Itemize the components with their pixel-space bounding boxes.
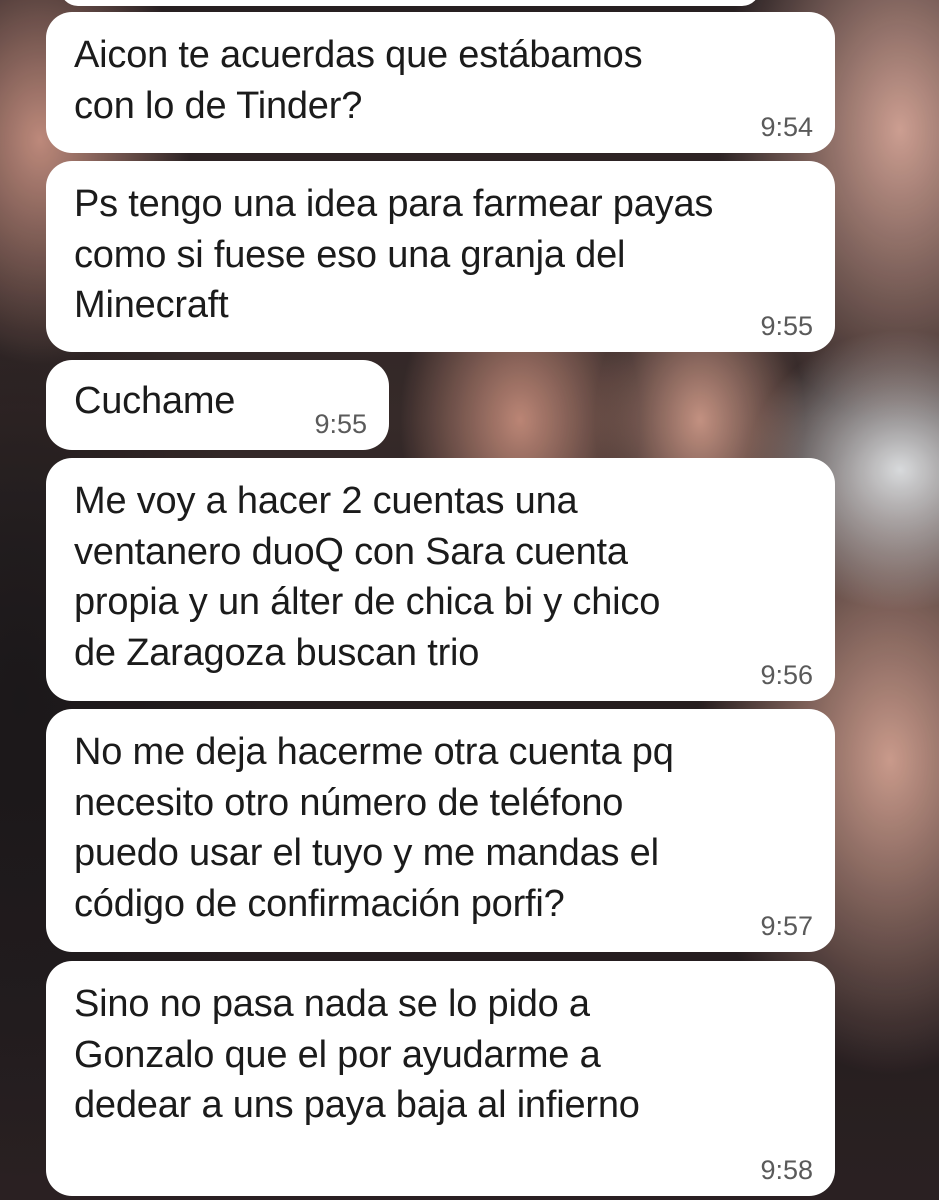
message-text: Ps tengo una idea para farmear payas com…: [74, 183, 714, 326]
message-time: 9:55: [760, 311, 813, 341]
message-bubble-4[interactable]: Me voy a hacer 2 cuentas una ventanero d…: [46, 458, 835, 701]
message-bubble-1[interactable]: Aicon te acuerdas que estábamos con lo d…: [46, 12, 835, 153]
previous-message-bubble[interactable]: [60, 0, 760, 6]
message-bubble-5[interactable]: No me deja hacerme otra cuenta pq necesi…: [46, 709, 835, 952]
message-text: Me voy a hacer 2 cuentas una ventanero d…: [74, 480, 661, 674]
message-time: 9:57: [760, 911, 813, 941]
message-bubble-6[interactable]: Sino no pasa nada se lo pido a Gonzalo q…: [46, 961, 835, 1196]
message-text: Aicon te acuerdas que estábamos con lo d…: [74, 34, 643, 127]
message-text: Sino no pasa nada se lo pido a Gonzalo q…: [74, 983, 640, 1126]
message-time: 9:54: [760, 112, 813, 142]
message-time: 9:58: [760, 1155, 813, 1185]
message-text: No me deja hacerme otra cuenta pq necesi…: [74, 731, 674, 925]
message-time: 9:55: [314, 409, 367, 439]
message-time: 9:56: [760, 660, 813, 690]
message-bubble-3[interactable]: Cuchame 9:55: [46, 360, 389, 450]
message-bubble-2[interactable]: Ps tengo una idea para farmear payas com…: [46, 161, 835, 352]
